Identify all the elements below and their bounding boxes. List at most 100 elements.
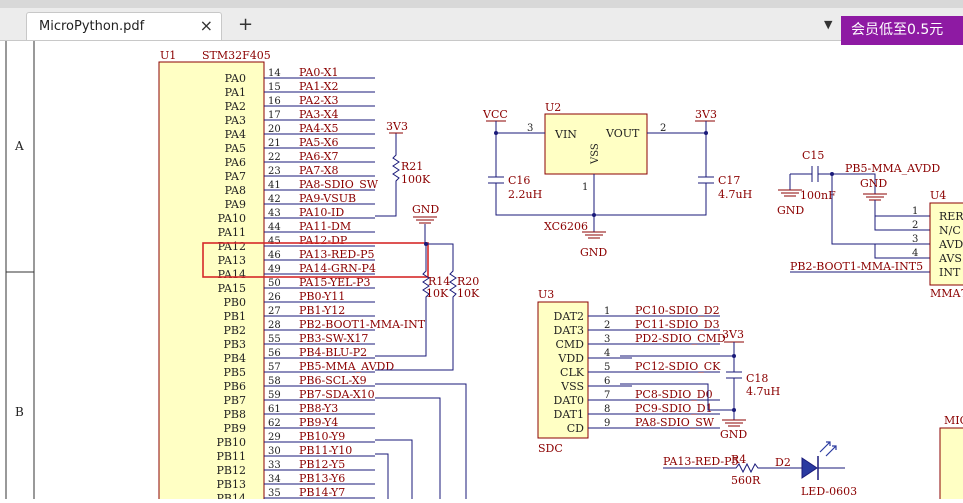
u1-pin-name: PA6	[225, 156, 246, 169]
u1-pin-name: PB8	[224, 408, 246, 421]
u1-pin-number: 27	[268, 306, 281, 317]
u2-vcc: VCC	[482, 108, 508, 121]
u1-net-label: PB5-MMA_AVDD	[299, 360, 394, 373]
u1-pin-name: PB10	[217, 436, 246, 449]
u1-pin-name: PB5	[224, 366, 246, 379]
u1-pin-name: PB2	[224, 324, 246, 337]
u1-net-label: PA4-X5	[299, 122, 339, 135]
u1-pin-number: 16	[268, 96, 281, 107]
u1-net-label: PB1-Y12	[299, 304, 345, 317]
u1-pin-number: 34	[268, 474, 281, 485]
u4-pin-name: AVD	[938, 238, 963, 251]
u1-pin-name: PA9	[225, 198, 246, 211]
u1-net-label: PB6-SCL-X9	[299, 374, 367, 387]
r20-value: 10K	[457, 287, 480, 300]
u1-net-label: PB0-Y11	[299, 290, 345, 303]
c16-value: 2.2uH	[508, 188, 542, 201]
u1-pin-number: 61	[268, 404, 281, 415]
u1-pin-number: 50	[268, 278, 281, 289]
u1-pin-number: 43	[268, 208, 281, 219]
u1-pin-number: 21	[268, 138, 281, 149]
u1-pin-name: PB7	[224, 394, 246, 407]
close-icon[interactable]: ×	[200, 16, 213, 35]
u1-net-label: PB4-BLU-P2	[299, 346, 367, 359]
u1-pin-number: 33	[268, 460, 281, 471]
u3-net-label: PC12-SDIO_CK	[635, 360, 721, 373]
u1-pin-number: 59	[268, 390, 281, 401]
u1-pin-name: PA15	[218, 282, 246, 295]
r21-value: 100K	[401, 173, 431, 186]
mic-label: MIC	[944, 414, 963, 427]
u3-pin-name: VDD	[557, 352, 584, 365]
u1-net-label: PA7-X8	[299, 164, 339, 177]
u1-net-label: PA15-YEL-P3	[299, 276, 371, 289]
u1-net-label: PA12-DP	[299, 234, 348, 247]
u3-part: SDC	[538, 442, 563, 455]
u1-pin-name: PB12	[217, 464, 246, 477]
u1-pin-number: 44	[268, 222, 281, 233]
r4-net: PA13-RED-P5	[663, 455, 739, 468]
u3-pin-name: CLK	[560, 366, 585, 379]
u2-3v3: 3V3	[695, 108, 717, 121]
u3-pin-number: 4	[604, 348, 610, 359]
u1-net-label: PA8-SDIO_SW	[299, 178, 379, 191]
u1-net-label: PA3-X4	[299, 108, 339, 121]
u4-net-int: PB2-BOOT1-MMA-INT5	[790, 260, 923, 273]
u1-pin-name: PB3	[224, 338, 246, 351]
u2-part: XC6206	[544, 220, 588, 233]
c15-gnd: GND	[777, 204, 804, 217]
u1-body	[158, 61, 265, 503]
u1-net-label: PB7-SDA-X10	[299, 388, 375, 401]
u1-pin-name: PB4	[224, 352, 246, 365]
new-tab-button[interactable]: +	[238, 14, 253, 35]
u3-pin-name: DAT3	[554, 324, 585, 337]
u1-pin-number: 22	[268, 152, 281, 163]
u3-pin-number: 9	[604, 418, 610, 429]
u1-pin-name: PB9	[224, 422, 246, 435]
u1-pin-name: PA10	[218, 212, 246, 225]
u1-net-label: PA9-VSUB	[299, 192, 356, 205]
u2-ref: U2	[545, 101, 561, 114]
u1-pin-name: PA8	[225, 184, 246, 197]
u2-vss: VSS	[590, 143, 601, 165]
u4-pin-name: N/C	[939, 224, 961, 237]
u4-gnd: GND	[860, 177, 887, 190]
chevron-down-icon[interactable]: ▼	[824, 18, 832, 31]
u2-vout: VOUT	[605, 127, 640, 140]
u1-pin-name: PB6	[224, 380, 246, 393]
u4-ref: U4	[930, 189, 946, 202]
u1-net-label: PB9-Y4	[299, 416, 338, 429]
u2-pin-gnd: 1	[582, 182, 588, 193]
u3-ref: U3	[538, 288, 554, 301]
u1-pin-number: 62	[268, 418, 281, 429]
u4-pin-number: 3	[912, 234, 918, 245]
u1-pin-number: 55	[268, 334, 281, 345]
u1-pin-name: PA12	[218, 240, 246, 253]
c17-ref: C17	[718, 174, 740, 187]
u4-pin-number: 2	[912, 220, 918, 231]
u1-net-label: PB2-BOOT1-MMA-INT	[299, 318, 426, 331]
zone-label-b: B	[15, 405, 24, 419]
u3-net-label: PC11-SDIO_D3	[635, 318, 720, 331]
u1-ref: U1	[160, 49, 176, 62]
tab-micropython-pdf[interactable]: MicroPython.pdf ×	[26, 12, 222, 40]
u3-net-label: PC9-SDIO_D1	[635, 402, 713, 415]
u3-pin-name: CD	[567, 422, 584, 435]
c18-value: 4.7uH	[746, 385, 780, 398]
u1-net-label: PA14-GRN-P4	[299, 262, 376, 275]
u1-net-label: PB12-Y5	[299, 458, 345, 471]
d2-ref: D2	[775, 456, 791, 469]
u1-pin-number: 35	[268, 488, 281, 499]
u1-pin-name: PA11	[218, 226, 246, 239]
u1-pin-name: PB14	[217, 492, 246, 499]
mic-body	[939, 427, 963, 503]
tab-bar: MicroPython.pdf × + ▼ 会员低至0.5元	[0, 8, 963, 45]
u3-pin-number: 3	[604, 334, 610, 345]
led-icon	[801, 457, 818, 479]
u1-pin-number: 28	[268, 320, 281, 331]
u1-pin-number: 46	[268, 250, 281, 261]
u1-pin-name: PA4	[225, 128, 246, 141]
u1-pin-name: PA13	[218, 254, 246, 267]
pdf-page: A B U1 STM32F405 PA0 14 PA0-X1 PA1 15 PA1-X2 P…	[0, 41, 963, 503]
u1-pin-number: 58	[268, 376, 281, 387]
